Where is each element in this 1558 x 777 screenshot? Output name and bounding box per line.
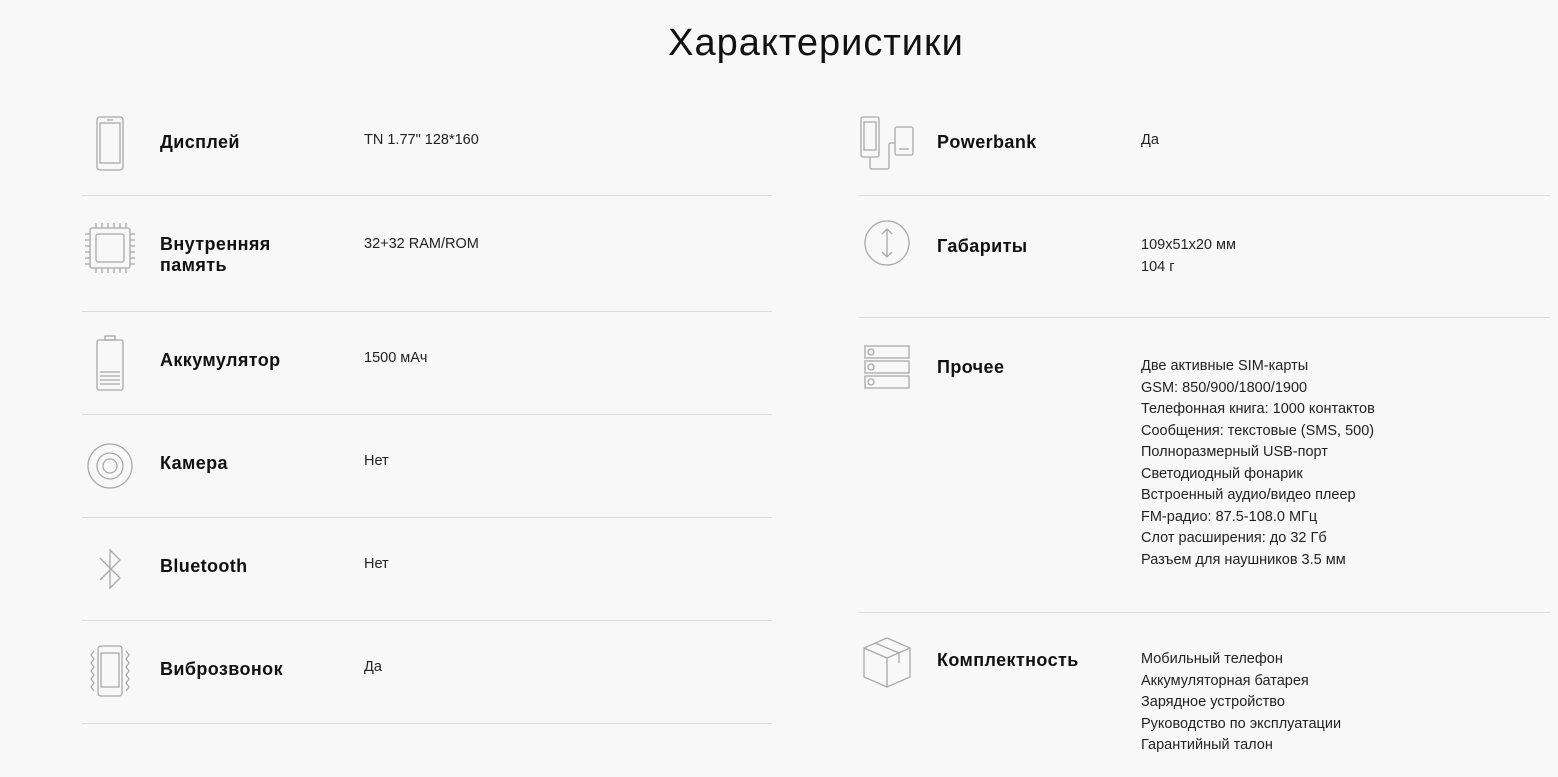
spec-row-package: Комплектность Мобильный телефон Аккумуля… — [859, 613, 1550, 773]
spec-label: Powerbank — [937, 132, 1037, 152]
spec-row-dimensions: Габариты 109x51x20 мм 104 г — [859, 196, 1550, 318]
spec-label: Комплектность — [937, 650, 1079, 670]
dimensions-icon — [859, 217, 915, 275]
bluetooth-icon — [82, 540, 138, 598]
spec-row-other: Прочее Две активные SIM-карты GSM: 850/9… — [859, 318, 1550, 613]
spec-value: Да — [364, 659, 382, 675]
spec-label: Камера — [160, 453, 228, 473]
specs-column-left: Дисплей TN 1.77" 128*160 Внутренняя памя… — [82, 93, 772, 724]
server-stack-icon — [859, 344, 915, 402]
spec-value: Да — [1141, 132, 1159, 148]
spec-row-powerbank: Powerbank Да — [859, 93, 1550, 196]
spec-value: 32+32 RAM/ROM — [364, 236, 479, 252]
spec-label: Прочее — [937, 357, 1005, 377]
spec-label: Аккумулятор — [160, 350, 281, 370]
spec-value: Две активные SIM-карты GSM: 850/900/1800… — [1141, 358, 1375, 568]
spec-row-bluetooth: Bluetooth Нет — [82, 518, 772, 621]
spec-label: Габариты — [937, 236, 1028, 256]
spec-value: 109x51x20 мм 104 г — [1141, 237, 1236, 275]
spec-value: Нет — [364, 556, 389, 572]
spec-label: Bluetooth — [160, 556, 248, 576]
specs-page: Характеристики Дисплей TN 1.77" 128*160 … — [0, 0, 1558, 777]
chip-icon — [82, 220, 138, 278]
camera-lens-icon — [82, 437, 138, 495]
spec-row-camera: Камера Нет — [82, 415, 772, 518]
spec-row-battery: Аккумулятор 1500 мАч — [82, 312, 772, 415]
spec-value: Мобильный телефон Аккумуляторная батарея… — [1141, 651, 1342, 753]
spec-row-display: Дисплей TN 1.77" 128*160 — [82, 93, 772, 196]
box-icon — [859, 635, 915, 693]
powerbank-icon — [859, 115, 915, 173]
spec-label: Дисплей — [160, 132, 240, 152]
specs-column-right: Powerbank Да Габариты 109x51x20 мм 104 г… — [859, 93, 1550, 773]
vibration-icon — [82, 643, 138, 701]
battery-icon — [82, 334, 138, 392]
spec-label: Внутренняя память — [160, 234, 271, 275]
phone-icon — [82, 115, 138, 173]
spec-value: 1500 мАч — [364, 350, 428, 366]
page-title: Характеристики — [668, 22, 964, 64]
spec-label: Виброзвонок — [160, 659, 283, 679]
spec-row-memory: Внутренняя память 32+32 RAM/ROM — [82, 196, 772, 312]
spec-row-vibration: Виброзвонок Да — [82, 621, 772, 724]
spec-value: Нет — [364, 453, 389, 469]
spec-value: TN 1.77" 128*160 — [364, 132, 479, 148]
